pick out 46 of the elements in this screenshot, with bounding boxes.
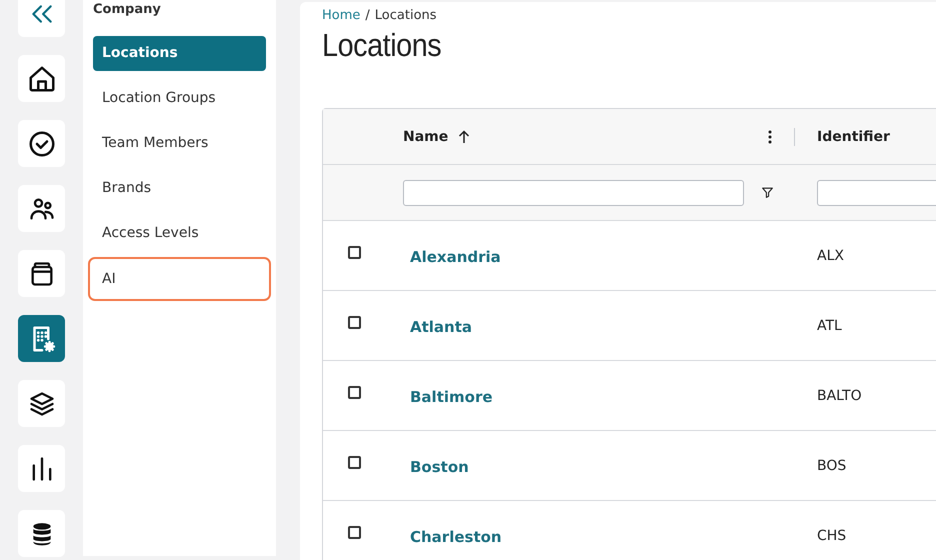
filter-icon[interactable] — [761, 186, 774, 199]
checkbox[interactable] — [348, 246, 360, 259]
location-link[interactable]: Baltimore — [410, 388, 493, 406]
home-icon — [26, 64, 56, 94]
location-link[interactable]: Alexandria — [410, 248, 501, 266]
table-cell: ALX — [817, 248, 844, 264]
database-button[interactable] — [18, 510, 65, 557]
column-header[interactable]: Identifier — [817, 128, 890, 144]
checkbox[interactable] — [348, 526, 360, 539]
nav-item[interactable]: AI — [88, 257, 271, 301]
column-menu-icon[interactable] — [768, 130, 772, 144]
nav-item[interactable]: Locations — [93, 36, 266, 71]
table-cell: ATL — [817, 318, 842, 334]
breadcrumb-separator: / — [365, 8, 370, 23]
nav-item[interactable]: Brands — [93, 171, 266, 206]
checkbox[interactable] — [348, 456, 360, 469]
nav-item[interactable]: Access Levels — [93, 216, 266, 251]
check-circle-icon — [26, 128, 56, 158]
layers-button[interactable] — [18, 380, 65, 427]
checkbox[interactable] — [348, 386, 360, 399]
location-link[interactable]: Charleston — [410, 528, 502, 546]
column-header[interactable]: Name — [403, 128, 448, 144]
building-gear-button[interactable] — [18, 315, 65, 362]
table-cell: CHS — [817, 528, 846, 544]
check-circle-button[interactable] — [18, 120, 65, 167]
breadcrumb-current: Locations — [374, 8, 437, 23]
box-button[interactable] — [18, 250, 65, 297]
column-header-cell[interactable]: Name — [403, 109, 795, 164]
checkbox[interactable] — [348, 316, 360, 329]
filter-field[interactable] — [403, 180, 744, 206]
table-cell: BALTO — [817, 388, 862, 404]
column-header-cell[interactable]: Identifier — [795, 109, 936, 164]
section-heading: Company — [93, 1, 162, 18]
breadcrumb-link[interactable]: Home — [322, 8, 360, 23]
page-title: Locations — [322, 27, 442, 64]
location-link[interactable]: Atlanta — [410, 318, 472, 336]
people-button[interactable] — [18, 185, 65, 232]
bar-chart-button[interactable] — [18, 445, 65, 492]
location-link[interactable]: Boston — [410, 458, 469, 476]
chevrons-left-button[interactable] — [18, 0, 65, 37]
nav-item[interactable]: Location Groups — [93, 81, 266, 116]
layers-icon — [28, 390, 56, 418]
sort-arrow-icon[interactable] — [458, 130, 470, 144]
table-cell: BOS — [817, 458, 846, 474]
nav-item[interactable]: Team Members — [93, 126, 266, 161]
home-button[interactable] — [18, 55, 65, 102]
